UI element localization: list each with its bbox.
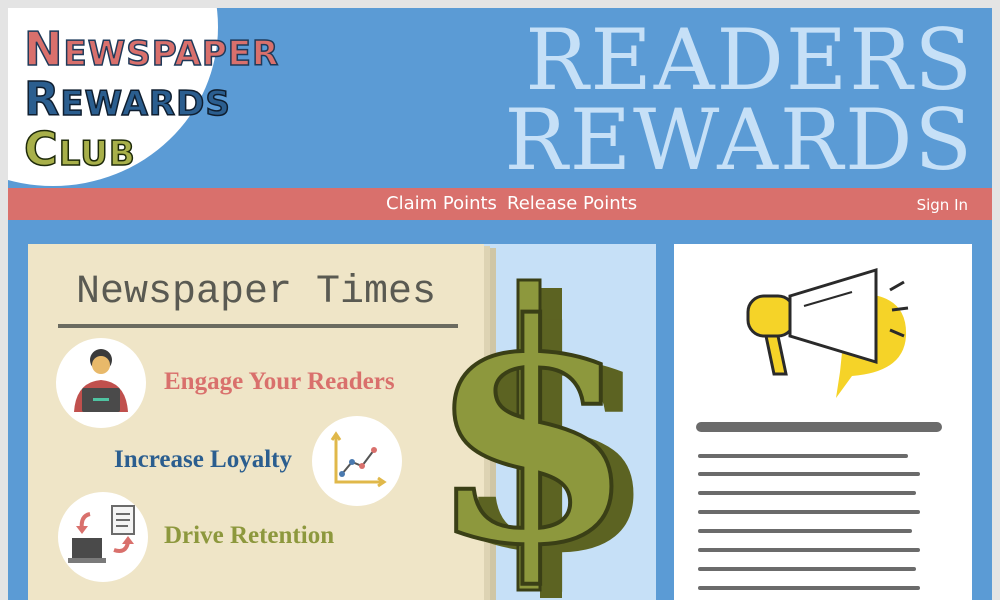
growth-chart-icon [312,416,402,506]
paper-divider [58,324,458,328]
feature-retention: Drive Retention [164,522,335,549]
feature-engage: Engage Your Readers [164,368,395,395]
newspaper-card: Newspaper Times Engage Your Readers Incr… [28,244,484,600]
card-heading-placeholder [696,422,942,432]
text-line-placeholder [698,454,908,458]
text-line-placeholder [698,529,912,533]
logo-initial: R [23,72,61,126]
svg-text:$: $ [428,270,637,600]
feature-loyalty: Increase Loyalty [114,446,292,473]
computer-document-exchange-icon [58,492,148,582]
frame-top [0,0,1000,8]
logo-initial: C [23,122,59,176]
reader-at-laptop-icon [56,338,146,428]
nav-claim-points[interactable]: Claim Points [386,193,497,214]
header: NEWSPAPER REWARDS CLUB READERS REWARDS [8,8,992,188]
frame-right [992,0,1000,600]
logo-word: EWSPAPER [63,34,280,74]
logo-word: LUB [58,134,136,174]
text-line-placeholder [698,472,920,476]
megaphone-icon [746,267,909,398]
logo-initial: N [23,22,64,76]
text-line-placeholder [698,491,916,495]
navbar: Claim Points Release Points Sign In [8,188,992,220]
hero-title-rewards: REWARDS [504,91,974,188]
text-line-placeholder [698,548,920,552]
logo-line-rewards: REWARDS [23,75,231,124]
dollar-sign-icon: $ $ [426,270,659,600]
sign-in-link[interactable]: Sign In [917,196,968,214]
hero-title-readers: READERS [525,11,974,109]
text-line-placeholder [698,567,916,571]
frame-left [0,0,8,600]
logo-line-club: CLUB [23,125,136,174]
logo-line-newspaper: NEWSPAPER [23,25,280,74]
paper-title: Newspaper Times [75,270,437,315]
announcement-card [674,244,972,600]
logo-word: EWARDS [60,84,231,124]
text-line-placeholder [698,510,920,514]
text-line-placeholder [698,586,920,590]
nav-release-points[interactable]: Release Points [507,193,637,214]
